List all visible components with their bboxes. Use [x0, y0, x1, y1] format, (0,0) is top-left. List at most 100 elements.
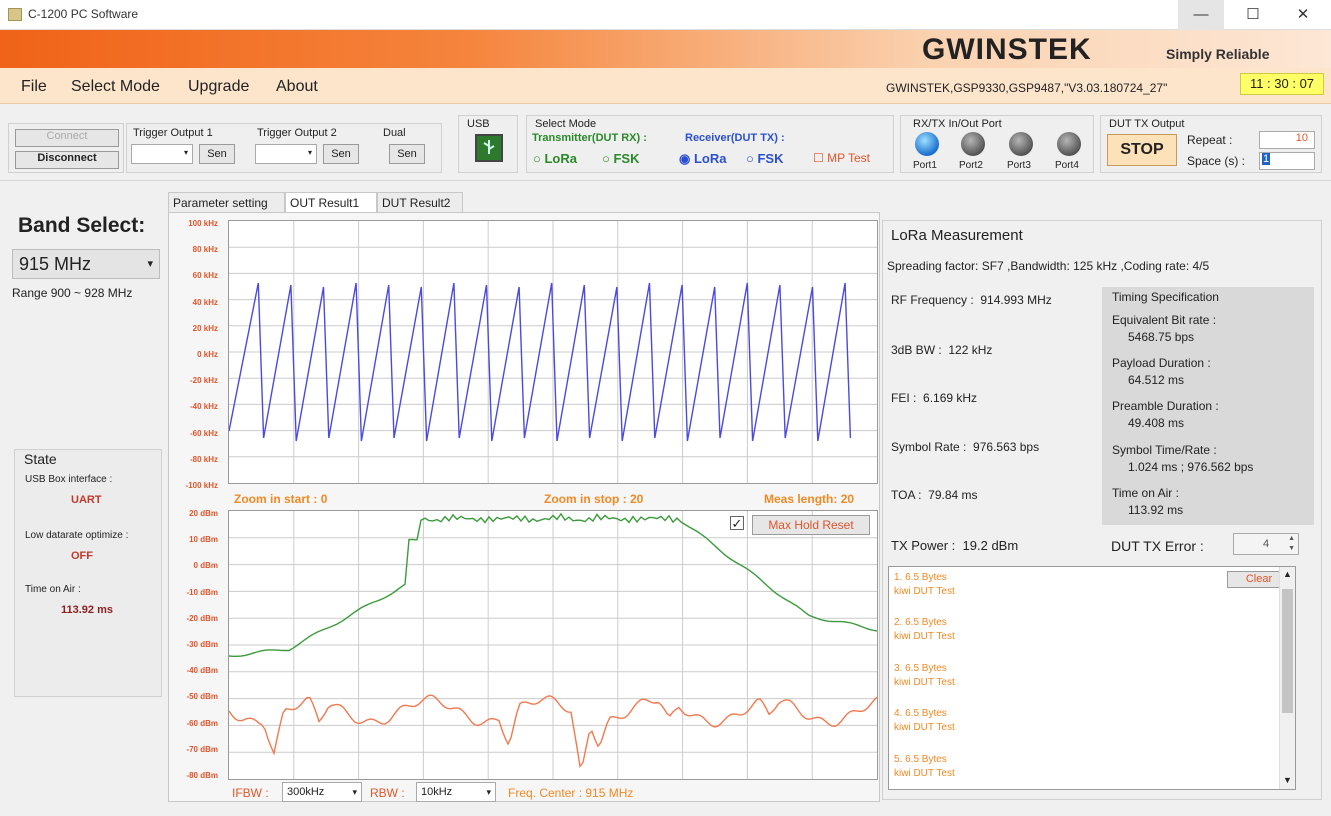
connect-button[interactable]: Connect	[15, 129, 119, 147]
tx-fsk-radio[interactable]: ○ FSK	[602, 151, 639, 166]
bandwidth-3db: 3dB BW : 122 kHz	[891, 343, 992, 357]
tx-power-value: 19.2 dBm	[962, 538, 1019, 553]
brand-slogan: Simply Reliable	[1166, 46, 1270, 62]
toa: TOA : 79.84 ms	[891, 488, 978, 502]
space-input[interactable]: 1	[1259, 152, 1315, 170]
menu-about[interactable]: About	[276, 78, 318, 96]
max-hold-reset-button[interactable]: Max Hold Reset	[752, 515, 870, 535]
select-mode-group: Select Mode Transmitter(DUT RX) : Receiv…	[526, 115, 894, 173]
repeat-input[interactable]: 10	[1259, 131, 1315, 149]
trigger1-send-button[interactable]: Sen	[199, 144, 235, 164]
band-select-dropdown[interactable]: 915 MHz ▾	[12, 249, 160, 279]
log-entry-line2: kiwi DUT Test	[894, 768, 955, 779]
timing-title: Timing Specification	[1112, 290, 1219, 304]
fei-value: 6.169 kHz	[923, 391, 978, 405]
log-scroll-thumb[interactable]	[1282, 589, 1293, 713]
toa-measure-label: TOA :	[891, 488, 922, 502]
repeat-label: Repeat :	[1187, 133, 1233, 147]
log-entry: 5. 6.5 Bytes kiwi DUT Test	[894, 753, 955, 781]
mp-test-checkbox[interactable]: ☐ MP Test	[813, 151, 870, 165]
y-tick-label: -40 kHz	[189, 402, 218, 412]
test-log[interactable]: Clear ▲ ▼ 1. 6.5 Bytes kiwi DUT Test 2. 6…	[888, 566, 1296, 790]
symbol-rate-label: Symbol Rate :	[891, 440, 967, 454]
ifbw-select[interactable]: 300kHz ▾	[282, 782, 362, 802]
rbw-select[interactable]: 10kHz ▾	[416, 782, 496, 802]
y-tick-label: -20 kHz	[189, 376, 218, 386]
ifbw-value: 300kHz	[287, 786, 325, 798]
dual-send-button[interactable]: Sen	[389, 144, 425, 164]
freq-center-label: Freq. Center :	[508, 786, 583, 800]
close-button[interactable]: ✕	[1280, 0, 1326, 30]
scroll-up-icon[interactable]: ▲	[1283, 569, 1292, 579]
menu-select-mode[interactable]: Select Mode	[71, 78, 160, 96]
trigger2-send-button[interactable]: Sen	[323, 144, 359, 164]
select-mode-title: Select Mode	[535, 118, 597, 130]
brand-banner	[0, 30, 1331, 68]
log-scrollbar[interactable]: ▲ ▼	[1279, 567, 1295, 789]
chevron-down-icon: ▾	[352, 787, 357, 797]
maximize-button[interactable]: ☐	[1230, 0, 1276, 30]
y-tick-label: -80 kHz	[189, 454, 218, 464]
scroll-down-icon[interactable]: ▼	[1283, 775, 1292, 785]
tab-parameter-setting[interactable]: Parameter setting	[168, 192, 285, 213]
trigger2-label: Trigger Output 2	[257, 127, 337, 139]
y-tick-label: -50 dBm	[186, 692, 218, 702]
y-tick-label: 80 kHz	[192, 245, 218, 255]
freq-trace-svg	[228, 221, 877, 483]
chevron-down-icon: ▾	[307, 148, 312, 157]
ldro-label: Low datarate optimize :	[25, 530, 129, 541]
log-entry: 3. 6.5 Bytes kiwi DUT Test	[894, 662, 955, 690]
rbw-value: 10kHz	[421, 786, 453, 798]
trigger1-select[interactable]: ▾	[131, 144, 193, 164]
max-hold-checkbox[interactable]: ✓	[730, 516, 744, 531]
chevron-down-icon: ▾	[147, 258, 153, 270]
y-tick-label: -20 dBm	[186, 613, 218, 623]
dut-tx-error-spinner[interactable]: 4 ▲ ▼	[1233, 533, 1299, 555]
timing-payload-label: Payload Duration :	[1112, 356, 1211, 370]
freq-center-value: 915 MHz	[585, 786, 634, 800]
chevron-down-icon: ▾	[486, 787, 491, 797]
y-tick-label: 40 kHz	[192, 297, 218, 307]
trigger2-select[interactable]: ▾	[255, 144, 317, 164]
port2-indicator[interactable]	[961, 132, 985, 156]
tx-lora-radio[interactable]: ○ LoRa	[533, 151, 577, 166]
clock: 11 : 30 : 07	[1240, 73, 1324, 95]
spinner-arrows-icon[interactable]: ▲ ▼	[1288, 534, 1295, 554]
stop-button[interactable]: STOP	[1107, 134, 1177, 166]
log-entry-line2: kiwi DUT Test	[894, 586, 955, 597]
y-tick-label: 100 kHz	[188, 219, 218, 228]
timing-bitrate-value: 5468.75 bps	[1128, 330, 1195, 344]
y-tick-label: -60 dBm	[186, 718, 218, 728]
log-entry: 4. 6.5 Bytes kiwi DUT Test	[894, 707, 955, 735]
usb-interface-label: USB Box interface :	[25, 474, 113, 485]
tx-power: TX Power : 19.2 dBm	[891, 538, 1018, 553]
dut-tx-output-group: DUT TX Output STOP Repeat : 10 Space (s)…	[1100, 115, 1322, 173]
receiver-label: Receiver(DUT TX) :	[685, 132, 785, 144]
tab-out-result1[interactable]: OUT Result1	[285, 192, 377, 213]
zoom-stop-text: Zoom in stop :	[544, 492, 627, 506]
rx-fsk-radio[interactable]: ○ FSK	[746, 151, 783, 166]
y-tick-label: 20 kHz	[192, 323, 218, 333]
zoom-stop-value[interactable]: 20	[630, 492, 643, 506]
zoom-start-label: Zoom in start : 0	[234, 492, 327, 506]
tab-dut-result2[interactable]: DUT Result2	[377, 192, 463, 213]
rx-lora-radio[interactable]: ◉ LoRa	[679, 151, 726, 167]
menu-file[interactable]: File	[21, 78, 47, 96]
port4-indicator[interactable]	[1057, 132, 1081, 156]
y-tick-label: -80 dBm	[186, 771, 218, 780]
port3-indicator[interactable]	[1009, 132, 1033, 156]
menu-upgrade[interactable]: Upgrade	[188, 78, 249, 96]
space-label: Space (s) :	[1187, 154, 1246, 168]
log-entry-line1: 4. 6.5 Bytes	[894, 708, 947, 719]
zoom-start-value[interactable]: 0	[321, 492, 328, 506]
transmitter-label: Transmitter(DUT RX) :	[532, 132, 647, 144]
mp-test-label: MP Test	[827, 151, 871, 165]
log-entry-line2: kiwi DUT Test	[894, 722, 955, 733]
brand-logo: GWINSTEK	[922, 33, 1092, 66]
minimize-button[interactable]: —	[1178, 0, 1224, 30]
port1-indicator[interactable]	[915, 132, 939, 156]
disconnect-button[interactable]: Disconnect	[15, 151, 119, 169]
meas-length-value[interactable]: 20	[841, 492, 854, 506]
device-id: GWINSTEK,GSP9330,GSP9487,"V3.03.180724_2…	[886, 81, 1168, 95]
meas-length-label: Meas length: 20	[764, 492, 854, 506]
